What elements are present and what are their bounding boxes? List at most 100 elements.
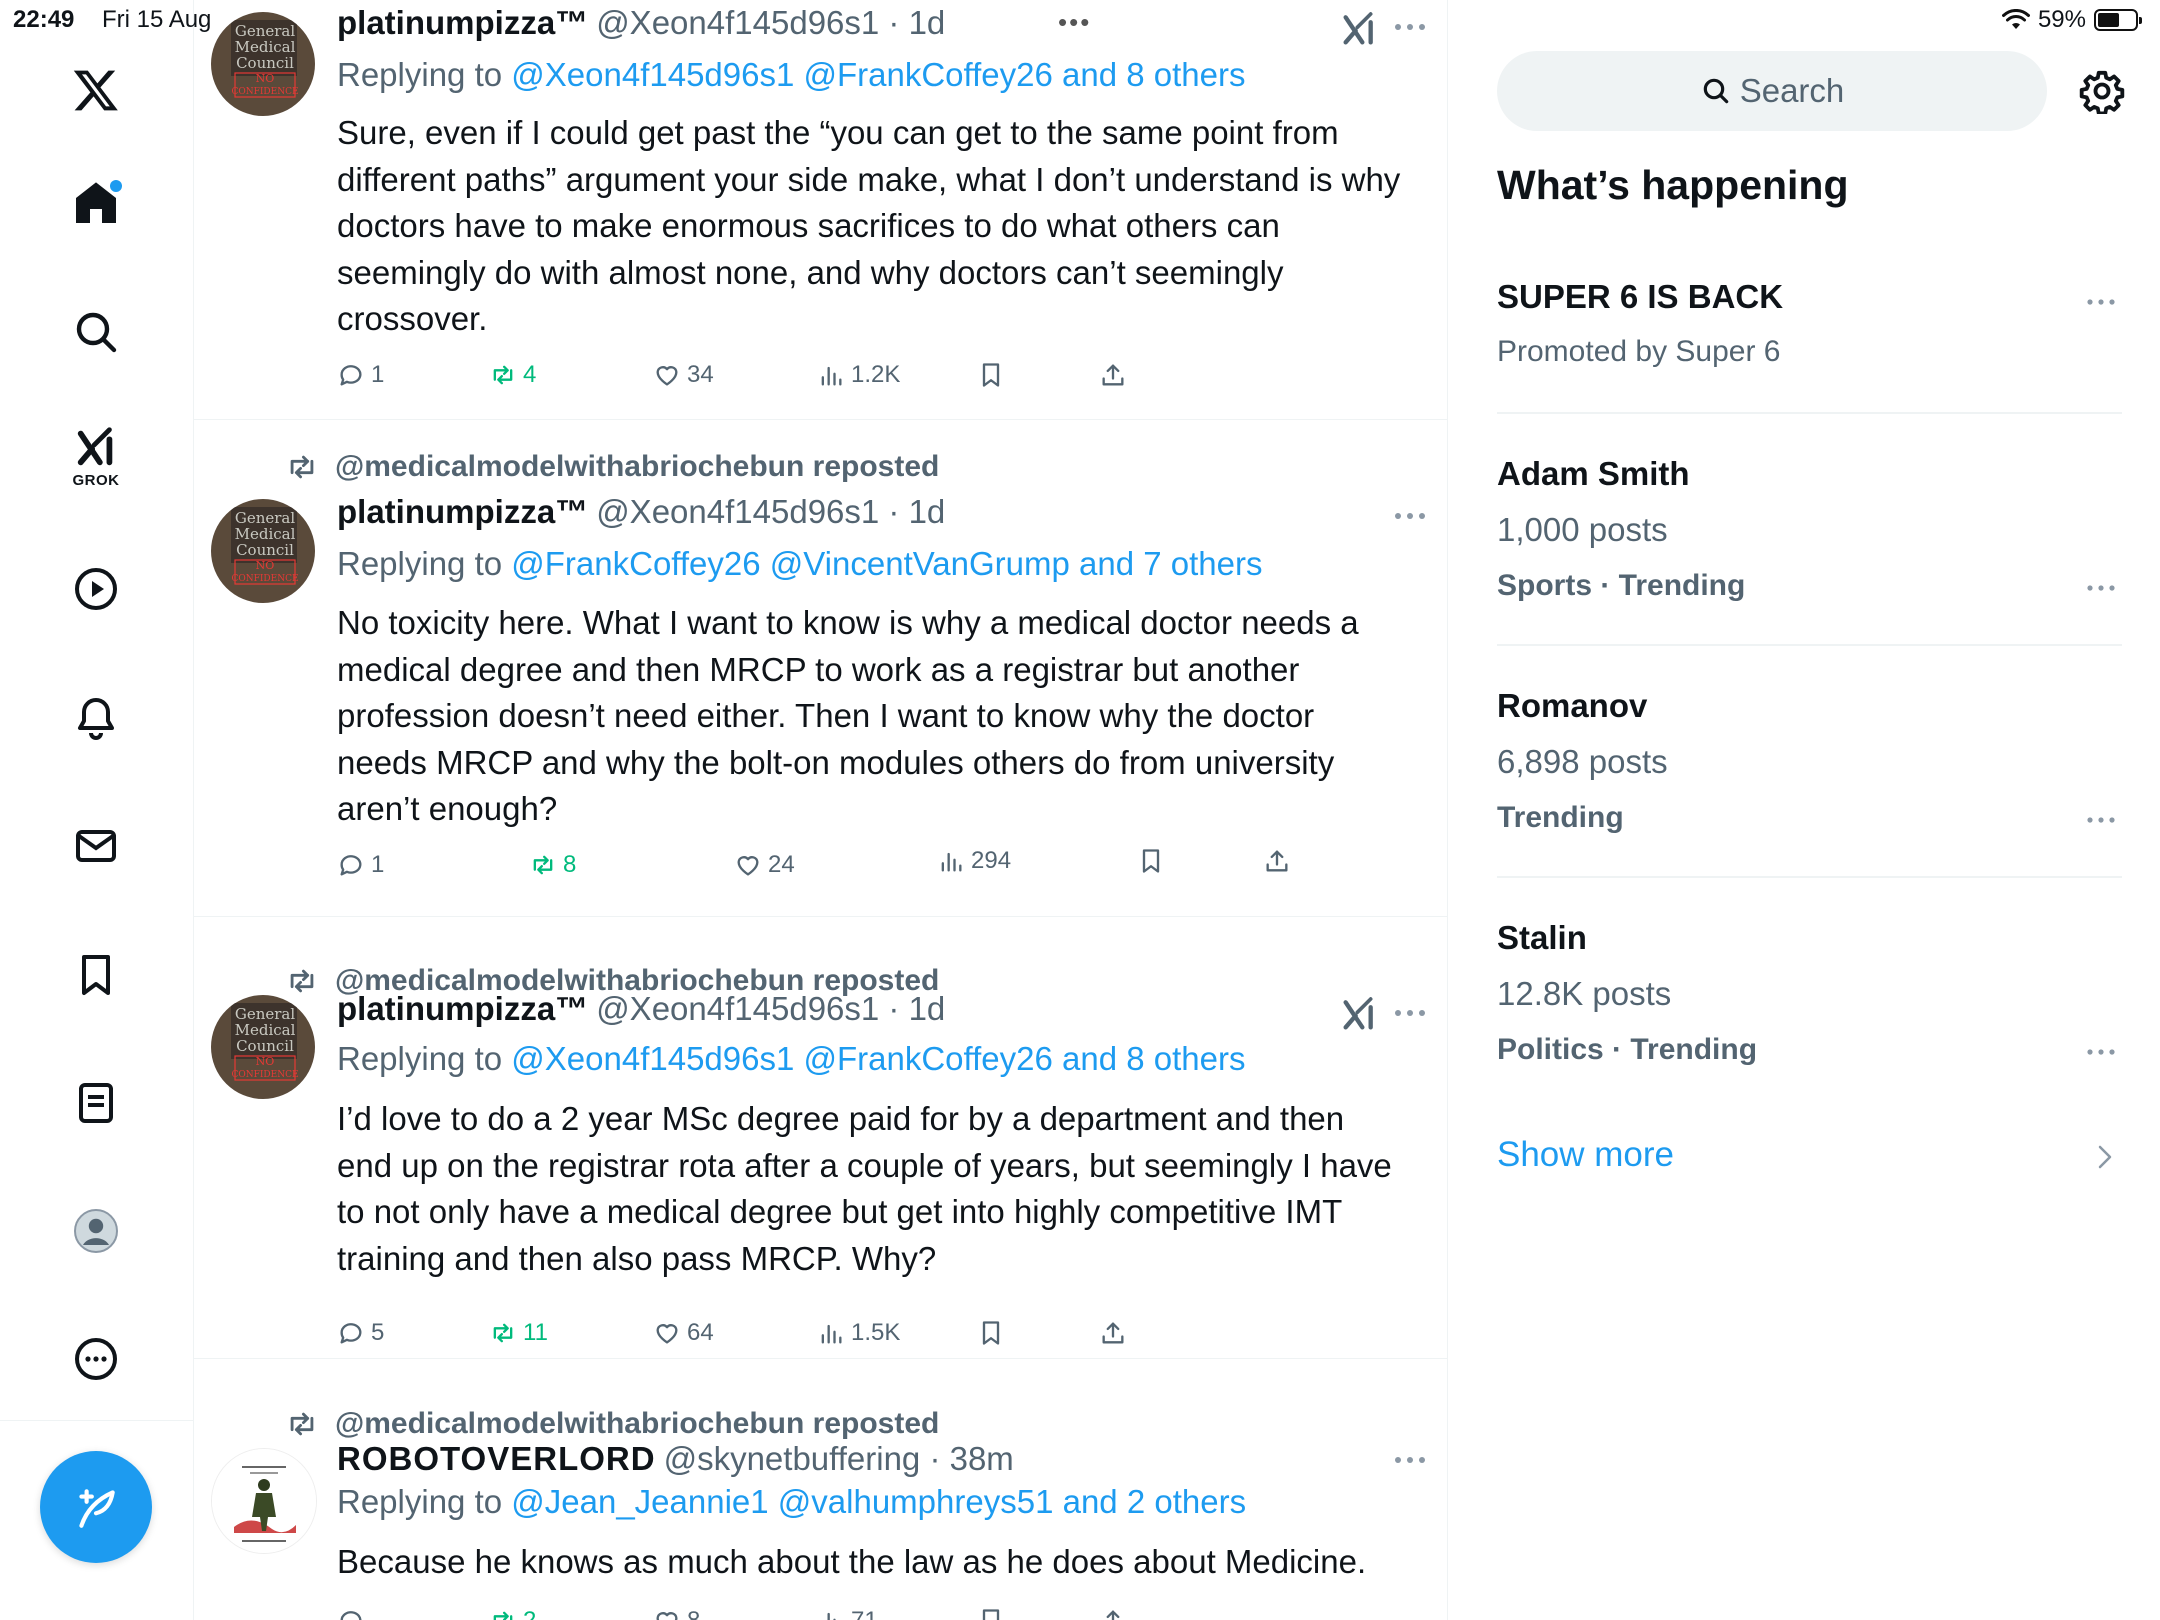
author-name[interactable]: platinumpizza™ xyxy=(337,493,588,531)
trend-item[interactable]: Romanov 6,898 posts Trending xyxy=(1497,687,2122,847)
timeline: General Medical Council NO CONFIDENCE platin… xyxy=(193,0,1448,1620)
reply-button[interactable]: 5 xyxy=(337,1313,384,1353)
nav-profile[interactable] xyxy=(48,1183,144,1279)
trend-sub: 1,000 posts xyxy=(1497,511,1668,548)
like-button[interactable]: 64 xyxy=(653,1313,714,1353)
status-time: 22:49 xyxy=(13,6,75,33)
more-options-icon[interactable] xyxy=(2086,584,2116,592)
nav-explore[interactable] xyxy=(48,284,144,380)
more-options-icon[interactable] xyxy=(2086,816,2116,824)
more-options-icon[interactable] xyxy=(1393,1455,1427,1465)
multitasking-dots-icon[interactable]: ••• xyxy=(1058,7,1091,38)
trend-meta: Sports · Trending xyxy=(1497,569,1746,602)
nav-lists[interactable] xyxy=(48,1055,144,1151)
compose-button[interactable] xyxy=(40,1451,152,1563)
repost-button[interactable]: 11 xyxy=(489,1313,548,1353)
bookmark-button[interactable] xyxy=(977,1313,1011,1353)
trend-title: SUPER 6 IS BACK xyxy=(1497,278,1784,315)
avatar[interactable]: General Medical Council NO CONFIDENCE xyxy=(211,995,315,1099)
replying-to-links[interactable]: @Jean_Jeannie1 @valhumphreys51 and 2 oth… xyxy=(511,1483,1246,1520)
repost-icon xyxy=(533,855,553,875)
reply-button[interactable]: 1 xyxy=(337,355,384,395)
reply-button[interactable]: 1 xyxy=(337,845,384,885)
tweet[interactable]: @medicalmodelwithabriochebun reposted RO… xyxy=(193,1358,1447,1620)
views-button[interactable]: 294 xyxy=(937,841,1011,881)
more-options-icon[interactable] xyxy=(1393,511,1427,521)
like-count: 34 xyxy=(687,361,714,388)
author-handle[interactable]: @Xeon4f145d96s1 · 1d xyxy=(596,990,945,1028)
tweet[interactable]: General Medical Council NO CONFIDENCE platin… xyxy=(193,0,1447,420)
avatar-text: NO xyxy=(256,1055,275,1068)
author-handle[interactable]: @Xeon4f145d96s1 · 1d xyxy=(596,493,945,531)
reply-button[interactable] xyxy=(337,1601,371,1620)
more-options-icon[interactable] xyxy=(2086,1048,2116,1056)
share-button[interactable] xyxy=(1099,1601,1133,1620)
tweet-actions: 2 8 71 xyxy=(337,1601,1347,1620)
robot-figure-avatar-image xyxy=(212,1449,316,1553)
share-button[interactable] xyxy=(1263,841,1297,881)
repost-icon xyxy=(290,969,314,993)
show-more-link[interactable]: Show more xyxy=(1497,1135,1674,1175)
avatar-text: CONFIDENCE xyxy=(231,1070,298,1080)
repost-button[interactable]: 4 xyxy=(489,355,536,395)
trend-item[interactable]: SUPER 6 IS BACK Promoted by Super 6 xyxy=(1497,278,2122,378)
reposted-by-text[interactable]: @medicalmodelwithabriochebun reposted xyxy=(335,450,939,484)
repost-button[interactable]: 8 xyxy=(529,845,576,885)
avatar-image: GeneralMedicalCouncilNOCONFIDENCE xyxy=(211,995,315,1099)
author-name[interactable]: ROBOTOVERLORD xyxy=(337,1440,656,1478)
section-title: What’s happening xyxy=(1497,162,1849,208)
replying-to-links[interactable]: @FrankCoffey26 @VincentVanGrump and 7 ot… xyxy=(511,545,1262,582)
replying-to-links[interactable]: @Xeon4f145d96s1 @FrankCoffey26 and 8 oth… xyxy=(511,1040,1245,1077)
trend-meta: Trending xyxy=(1497,801,1624,834)
battery-icon xyxy=(2094,9,2142,31)
views-button[interactable]: 1.5K xyxy=(817,1313,900,1353)
tweet-header: platinumpizza™ @Xeon4f145d96s1 · 1d xyxy=(337,493,945,533)
envelope-icon xyxy=(76,830,116,862)
views-button[interactable]: 1.2K xyxy=(817,355,900,395)
avatar[interactable] xyxy=(211,1448,317,1554)
divider xyxy=(1497,412,2122,414)
bookmark-button[interactable] xyxy=(977,1601,1011,1620)
trend-item[interactable]: Adam Smith 1,000 posts Sports · Trending xyxy=(1497,455,2122,615)
nav-messages[interactable] xyxy=(48,798,144,894)
search-input[interactable]: Search xyxy=(1497,51,2047,131)
repost-icon xyxy=(290,455,314,479)
bookmark-button[interactable] xyxy=(977,355,1011,395)
nav-bookmarks[interactable] xyxy=(48,927,144,1023)
nav-divider xyxy=(0,1420,193,1421)
like-button[interactable]: 34 xyxy=(653,355,714,395)
replying-prefix: Replying to xyxy=(337,545,512,582)
nav-home[interactable] xyxy=(48,155,144,251)
views-button[interactable]: 71 xyxy=(817,1601,878,1620)
reposted-by-text[interactable]: @medicalmodelwithabriochebun reposted xyxy=(335,1407,939,1441)
nav-grok[interactable]: GROK xyxy=(48,408,144,504)
views-bar-chart-icon xyxy=(827,1612,836,1620)
replying-to: Replying to @Xeon4f145d96s1 @FrankCoffey… xyxy=(337,1040,1245,1078)
tweet[interactable]: @medicalmodelwithabriochebun reposted Ge… xyxy=(193,419,1447,917)
list-icon xyxy=(79,1083,113,1123)
like-count: 24 xyxy=(768,851,795,878)
like-button[interactable]: 24 xyxy=(734,845,795,885)
more-options-icon[interactable] xyxy=(1393,1008,1427,1018)
nav-video[interactable] xyxy=(48,541,144,637)
bookmark-button[interactable] xyxy=(1137,841,1171,881)
share-button[interactable] xyxy=(1099,355,1133,395)
more-options-icon[interactable] xyxy=(2086,298,2116,306)
avatar[interactable]: General Medical Council NO CONFIDENCE xyxy=(211,499,315,603)
like-button[interactable]: 8 xyxy=(653,1601,700,1620)
replying-to-links[interactable]: @Xeon4f145d96s1 @FrankCoffey26 and 8 oth… xyxy=(511,56,1245,93)
reposted-by: @medicalmodelwithabriochebun reposted xyxy=(285,1406,939,1442)
repost-button[interactable]: 2 xyxy=(489,1601,536,1620)
tweet[interactable]: @medicalmodelwithabriochebun reposted Ge… xyxy=(193,916,1447,1359)
gear-icon[interactable] xyxy=(2079,68,2125,114)
trend-title: Adam Smith xyxy=(1497,455,1690,492)
share-button[interactable] xyxy=(1099,1313,1133,1353)
x-logo-icon[interactable] xyxy=(48,42,144,138)
trend-item[interactable]: Stalin 12.8K posts Politics · Trending xyxy=(1497,919,2122,1079)
nav-notifications[interactable] xyxy=(48,670,144,766)
author-handle[interactable]: @skynetbuffering · 38m xyxy=(664,1440,1014,1478)
grok-explain-icon[interactable] xyxy=(1339,994,1379,1034)
avatar-text: Council xyxy=(236,54,294,72)
nav-more[interactable] xyxy=(48,1311,144,1407)
author-name[interactable]: platinumpizza™ xyxy=(337,990,588,1028)
